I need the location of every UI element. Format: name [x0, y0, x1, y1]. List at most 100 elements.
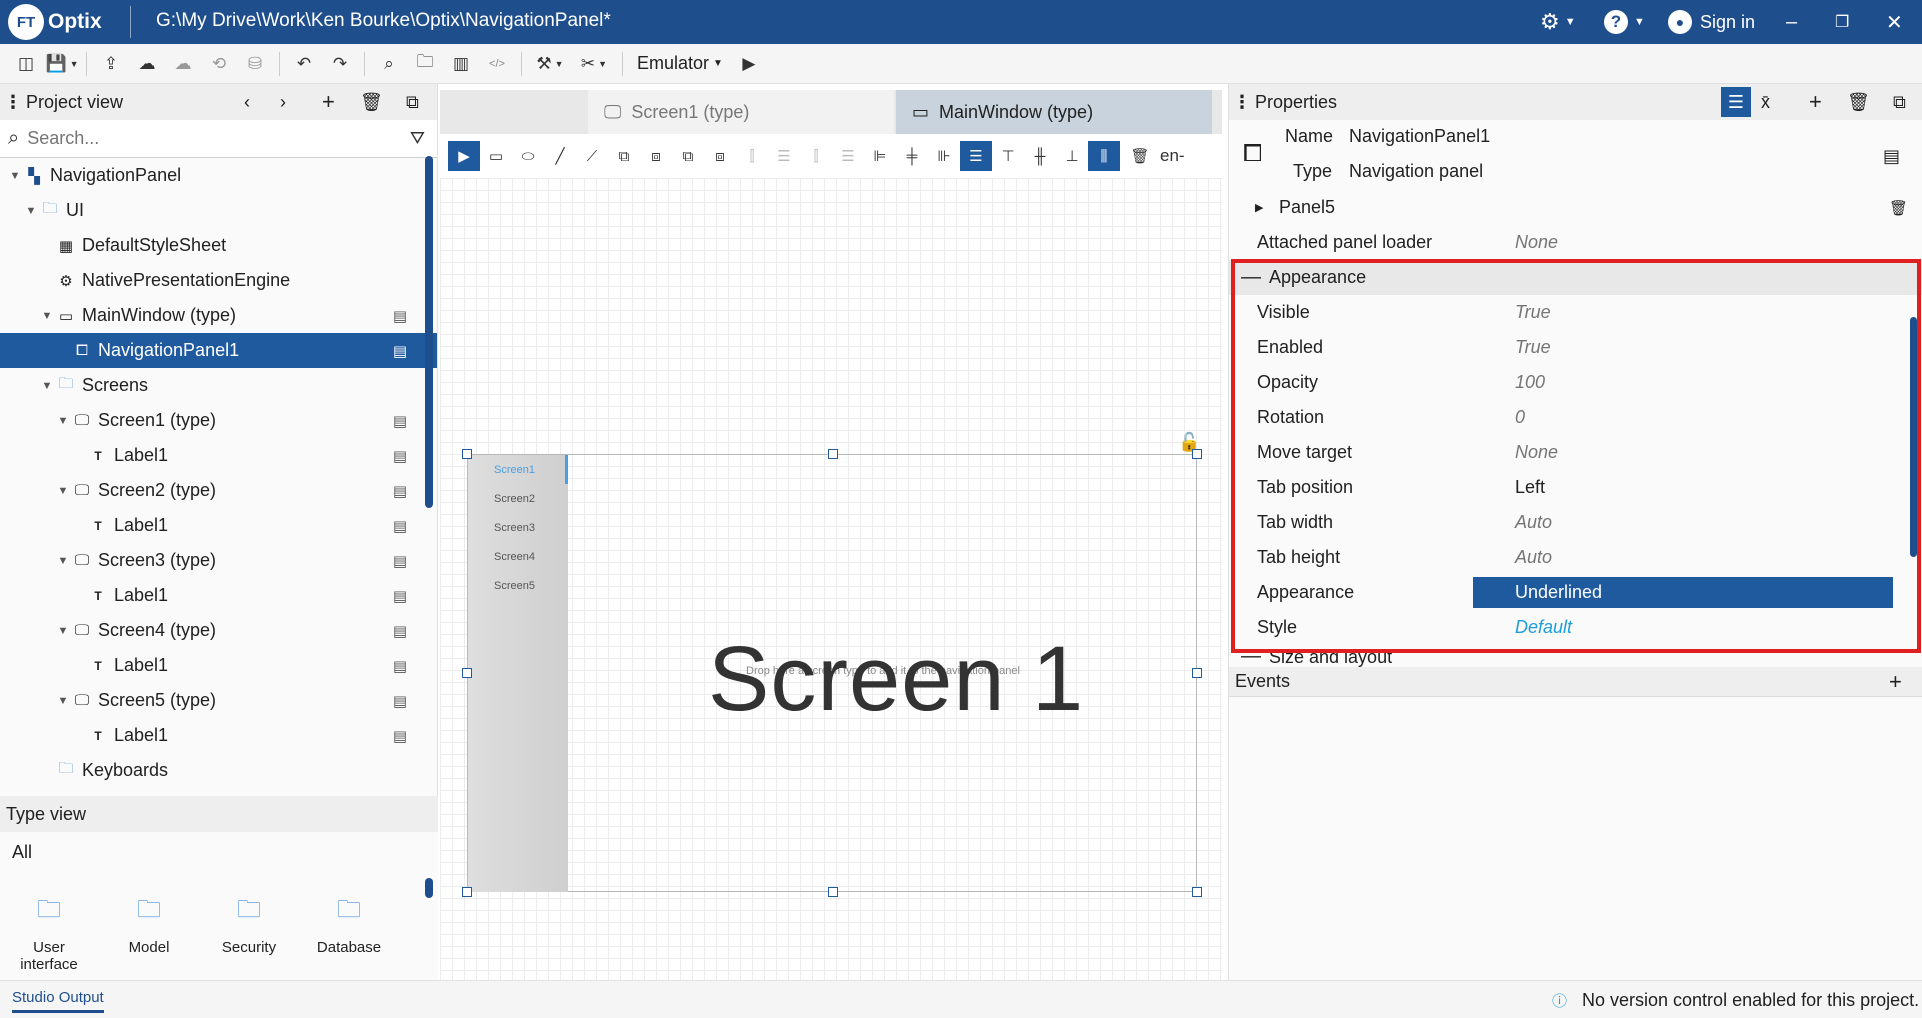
download-button[interactable]: ☁	[165, 49, 201, 79]
resize-handle[interactable]	[828, 449, 838, 459]
filter-icon[interactable]: ⛛	[410, 128, 425, 149]
tools-menu[interactable]: ✂ ▼	[572, 49, 616, 79]
open-folder-button[interactable]: 🗀	[407, 49, 443, 79]
align-top-button[interactable]: ⊤	[992, 141, 1024, 171]
space-v-button[interactable]: ☰	[832, 141, 864, 171]
drag-handle-icon[interactable]: ⋮	[0, 92, 26, 113]
panel5-row[interactable]: ▶ Panel5 🗑	[1229, 190, 1922, 225]
edit-instance-icon[interactable]: ▤	[393, 552, 407, 570]
tree-item[interactable]: ▼ 🖵 Screen1 (type) ▤	[0, 403, 437, 438]
deploy-button[interactable]: ⇪	[93, 49, 129, 79]
database-button[interactable]: ⛁	[237, 49, 273, 79]
line-tool[interactable]: ╱	[544, 141, 576, 171]
variable-icon[interactable]: x̄	[1761, 92, 1770, 113]
name-value[interactable]: NavigationPanel1	[1349, 126, 1490, 147]
tree-item[interactable]: ▼ 🗀 UI	[0, 193, 437, 228]
delete-icon[interactable]: 🗑	[1847, 92, 1870, 113]
resize-handle[interactable]	[1192, 449, 1202, 459]
align-middle-button[interactable]: ╫	[1024, 141, 1056, 171]
expand-arrow-icon[interactable]: ▼	[54, 415, 72, 427]
minimize-button[interactable]: –	[1786, 8, 1797, 36]
studio-output-tab[interactable]: Studio Output	[12, 989, 104, 1013]
project-search[interactable]: ⌕ Search... ⛛	[0, 120, 437, 158]
undo-button[interactable]: ↶	[286, 49, 322, 79]
distribute-h-button[interactable]: ⫿	[736, 141, 768, 171]
events-section-header[interactable]: Events +	[1229, 667, 1922, 697]
locale-dropdown[interactable]: en-	[1160, 141, 1196, 171]
tree-item[interactable]: ⧠ NavigationPanel1 ▤	[0, 333, 437, 368]
html-button[interactable]: </>	[479, 49, 515, 79]
delete-icon[interactable]: 🗑	[1889, 199, 1908, 217]
expand-arrow-icon[interactable]: ▼	[54, 695, 72, 707]
tab-screen1[interactable]: 🖵 Screen1 (type)	[588, 90, 894, 134]
build-menu[interactable]: ⚒ ▼	[528, 49, 572, 79]
history-button[interactable]: ⟲	[201, 49, 237, 79]
expand-arrow-icon[interactable]: ▼	[22, 205, 40, 217]
nav-tab-item[interactable]: Screen5	[468, 571, 568, 600]
tree-item[interactable]: ▼ 🖵 Screen4 (type) ▤	[0, 613, 437, 648]
edit-type-icon[interactable]: ▤	[1883, 146, 1900, 167]
nav-tab-item[interactable]: Screen1	[468, 455, 568, 484]
polyline-tool[interactable]: ⟋	[576, 141, 608, 171]
resize-handle[interactable]	[1192, 887, 1202, 897]
navigation-panel-preview[interactable]: Screen1 Screen2 Screen3 Screen4 Screen5 Drop…	[467, 454, 1197, 892]
edit-instance-icon[interactable]: ▤	[393, 517, 407, 535]
tree-item[interactable]: T Label1 ▤	[0, 718, 437, 753]
expand-arrow-icon[interactable]: ▼	[54, 625, 72, 637]
tree-item[interactable]: ⚙ NativePresentationEngine	[0, 263, 437, 298]
align-bottom-button[interactable]: ⊥	[1056, 141, 1088, 171]
edit-instance-icon[interactable]: ▤	[393, 692, 407, 710]
resize-handle[interactable]	[462, 887, 472, 897]
save-button[interactable]: 💾 ▼	[44, 49, 80, 79]
rectangle-tool[interactable]: ▭	[480, 141, 512, 171]
delete-button[interactable]: 🗑	[1120, 141, 1160, 171]
tree-item[interactable]: T Label1 ▤	[0, 648, 437, 683]
type-item[interactable]: 🗀 User interface	[4, 892, 94, 973]
bring-forward-button[interactable]: ⧉	[608, 141, 640, 171]
search-input[interactable]: Search...	[27, 128, 410, 149]
expand-arrow-icon[interactable]: ▼	[54, 555, 72, 567]
align-fill-h-button[interactable]: ☰	[960, 141, 992, 171]
filter-properties-icon[interactable]: ☰	[1721, 87, 1751, 117]
type-view-scrollbar[interactable]	[425, 878, 433, 898]
tree-item[interactable]: ▼ 🖵 Screen3 (type) ▤	[0, 543, 437, 578]
add-icon[interactable]: +	[1809, 89, 1822, 115]
resize-handle[interactable]	[828, 887, 838, 897]
tree-item[interactable]: ▼ ▚ NavigationPanel	[0, 158, 437, 193]
type-item[interactable]: 🗀 Security	[204, 892, 294, 956]
expand-arrow-icon[interactable]: ▼	[38, 310, 56, 322]
add-event-icon[interactable]: +	[1889, 669, 1902, 695]
tree-item[interactable]: 🗀 Keyboards	[0, 753, 437, 788]
drag-handle-icon[interactable]: ⋮	[1229, 92, 1255, 113]
settings-menu[interactable]: ⚙ ▼	[1540, 8, 1576, 36]
popout-icon[interactable]: ⧉	[406, 92, 419, 113]
attached-loader-row[interactable]: Attached panel loader None	[1229, 225, 1922, 260]
resize-handle[interactable]	[462, 449, 472, 459]
add-icon[interactable]: +	[322, 89, 335, 115]
upload-button[interactable]: ☁	[129, 49, 165, 79]
nav-tab-item[interactable]: Screen4	[468, 542, 568, 571]
tree-item[interactable]: T Label1 ▤	[0, 438, 437, 473]
select-tool[interactable]: ▶	[448, 141, 480, 171]
sign-in-button[interactable]: ● Sign in	[1668, 8, 1755, 36]
tree-item[interactable]: ▼ ▭ MainWindow (type) ▤	[0, 298, 437, 333]
expand-arrow-icon[interactable]: ▼	[54, 485, 72, 497]
ellipse-tool[interactable]: ⬭	[512, 141, 544, 171]
library-button[interactable]: ▥	[443, 49, 479, 79]
tree-item[interactable]: ▼ 🖵 Screen5 (type) ▤	[0, 683, 437, 718]
nav-tab-item[interactable]: Screen3	[468, 513, 568, 542]
expand-arrow-icon[interactable]: ▼	[38, 380, 56, 392]
chevron-right-icon[interactable]: ›	[280, 92, 286, 113]
align-fill-v-button[interactable]: ⫼	[1088, 141, 1120, 171]
send-to-back-button[interactable]: ⧈	[704, 141, 736, 171]
resize-handle[interactable]	[462, 668, 472, 678]
edit-instance-icon[interactable]: ▤	[393, 727, 407, 745]
align-right-button[interactable]: ⊪	[928, 141, 960, 171]
delete-icon[interactable]: 🗑	[360, 92, 383, 113]
bring-to-front-button[interactable]: ⧈	[640, 141, 672, 171]
restore-button[interactable]: ❐	[1835, 8, 1849, 36]
close-button[interactable]: ✕	[1886, 8, 1903, 36]
layout-button[interactable]: ◫	[8, 49, 44, 79]
emulator-dropdown[interactable]: Emulator ▼	[629, 49, 731, 79]
tree-item[interactable]: T Label1 ▤	[0, 578, 437, 613]
